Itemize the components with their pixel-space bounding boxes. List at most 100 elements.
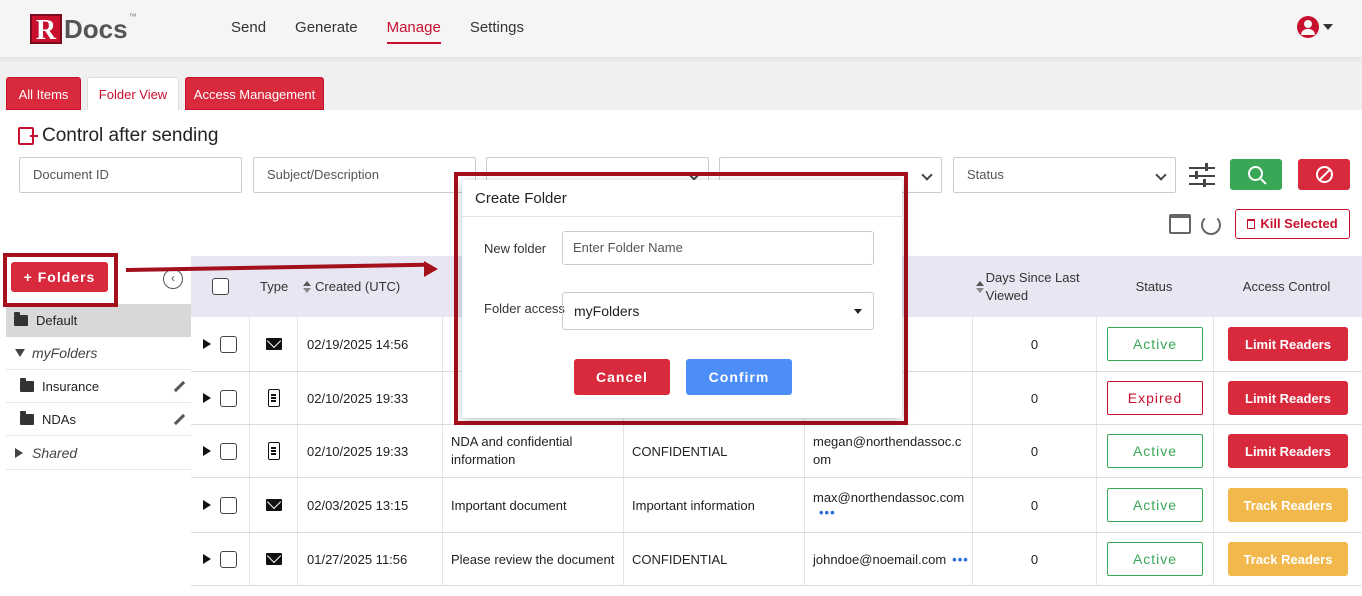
th-access-control[interactable]: Access Control <box>1218 256 1355 317</box>
recipient-email: johndoe@noemail.com <box>813 551 947 567</box>
folder-insurance-label: Insurance <box>42 378 100 394</box>
expand-right-icon <box>15 448 23 458</box>
folder-group-myfolders[interactable]: myFolders <box>6 337 191 370</box>
table-row[interactable]: 02/03/2025 13:15 Important document Impo… <box>191 478 1362 533</box>
limit-readers-button[interactable]: Limit Readers <box>1228 434 1348 468</box>
collapse-sidebar-icon[interactable]: ‹ <box>163 269 183 289</box>
caret-down-icon <box>1323 24 1333 30</box>
clear-filters-button[interactable] <box>1298 159 1350 190</box>
more-recipients-icon[interactable]: ••• <box>952 552 969 567</box>
recipient-cell: megan@northendassoc.com <box>805 425 973 477</box>
folder-group-shared[interactable]: Shared <box>6 437 191 470</box>
folder-insurance[interactable]: Insurance <box>6 370 191 403</box>
recipient-cell: johndoe@noemail.com ••• <box>805 533 973 585</box>
row-checkbox[interactable] <box>220 335 237 353</box>
status-badge: Active <box>1107 327 1203 361</box>
created-cell: 02/03/2025 13:15 <box>298 478 443 532</box>
row-checkbox[interactable] <box>220 389 237 407</box>
cancel-button[interactable]: Cancel <box>574 359 670 395</box>
edit-pencil-icon[interactable] <box>173 413 186 426</box>
nav-settings[interactable]: Settings <box>470 19 524 44</box>
move-to-folder-icon[interactable] <box>1169 214 1191 234</box>
expand-row-icon[interactable] <box>203 339 211 349</box>
refresh-icon[interactable] <box>1201 215 1221 235</box>
days-cell: 0 <box>973 478 1097 532</box>
expand-row-icon[interactable] <box>203 393 211 403</box>
subject-cell: NDA and confidential information <box>443 425 624 477</box>
created-cell: 02/10/2025 19:33 <box>298 372 443 424</box>
track-readers-button[interactable]: Track Readers <box>1228 488 1348 522</box>
folders-button-highlight <box>3 253 118 307</box>
advanced-filters-icon[interactable] <box>1189 163 1215 189</box>
more-recipients-icon[interactable]: ••• <box>819 505 836 520</box>
confirm-button[interactable]: Confirm <box>686 359 792 395</box>
recipient-cell: max@northendassoc.com ••• <box>805 478 973 532</box>
status-badge: Active <box>1107 542 1203 576</box>
tab-access-management[interactable]: Access Management <box>185 77 324 110</box>
status-filter[interactable]: Status <box>953 157 1176 193</box>
nav-manage[interactable]: Manage <box>386 19 441 44</box>
trash-icon <box>1247 219 1256 229</box>
kill-selected-button[interactable]: Kill Selected <box>1235 209 1350 239</box>
user-menu[interactable] <box>1297 16 1333 38</box>
tab-folder-view[interactable]: Folder View <box>87 77 179 110</box>
document-icon <box>267 389 280 407</box>
description-cell: Important information <box>624 478 805 532</box>
select-all-checkbox[interactable] <box>212 278 229 295</box>
logo-text: Docs <box>64 14 128 44</box>
annotation-arrow-head <box>424 261 438 277</box>
expand-down-icon <box>15 349 25 357</box>
description-cell: CONFIDENTIAL <box>624 425 805 477</box>
days-cell: 0 <box>973 372 1097 424</box>
app-header: R Docs ™ Send Generate Manage Settings <box>0 0 1362 58</box>
tab-all-items[interactable]: All Items <box>6 77 81 110</box>
days-cell: 0 <box>973 425 1097 477</box>
created-cell: 02/19/2025 14:56 <box>298 317 443 371</box>
folder-group-shared-label: Shared <box>32 445 78 461</box>
folder-default[interactable]: Default <box>6 304 191 337</box>
create-folder-dialog: Create Folder New folder Enter Folder Na… <box>462 180 902 418</box>
track-readers-button[interactable]: Track Readers <box>1228 542 1348 576</box>
folder-name-input[interactable]: Enter Folder Name <box>562 231 874 265</box>
document-id-filter[interactable]: Document ID <box>19 157 242 193</box>
th-status[interactable]: Status <box>1096 256 1212 317</box>
document-send-icon <box>18 127 38 145</box>
email-icon <box>265 499 282 511</box>
expand-row-icon[interactable] <box>203 554 211 564</box>
status-badge: Expired <box>1107 381 1203 415</box>
expand-row-icon[interactable] <box>203 500 211 510</box>
expand-row-icon[interactable] <box>203 446 211 456</box>
folder-ndas[interactable]: NDAs <box>6 403 191 436</box>
nav-send[interactable]: Send <box>231 19 266 44</box>
nav-generate[interactable]: Generate <box>295 19 358 44</box>
table-row[interactable]: 02/10/2025 19:33 NDA and confidential in… <box>191 425 1362 478</box>
user-avatar-icon <box>1297 16 1319 38</box>
table-row[interactable]: 01/27/2025 11:56 Please review the docum… <box>191 533 1362 586</box>
created-cell: 02/10/2025 19:33 <box>298 425 443 477</box>
edit-pencil-icon[interactable] <box>173 380 186 393</box>
rdocs-logo[interactable]: R Docs ™ <box>30 12 137 46</box>
folder-group-myfolders-label: myFolders <box>32 345 98 361</box>
logo-trademark: ™ <box>128 12 137 21</box>
limit-readers-button[interactable]: Limit Readers <box>1228 381 1348 415</box>
subject-filter[interactable]: Subject/Description <box>253 157 476 193</box>
row-checkbox[interactable] <box>220 550 237 568</box>
subject-cell: Important document <box>443 478 624 532</box>
folder-access-select[interactable]: myFolders <box>562 292 874 330</box>
dialog-title: Create Folder <box>475 190 567 207</box>
status-badge: Active <box>1107 488 1203 522</box>
limit-readers-button[interactable]: Limit Readers <box>1228 327 1348 361</box>
search-button[interactable] <box>1230 159 1282 190</box>
created-cell: 01/27/2025 11:56 <box>298 533 443 585</box>
th-days-since-viewed[interactable]: Days Since Last Viewed <box>976 256 1091 317</box>
subject-cell: Please review the document <box>443 533 624 585</box>
days-cell: 0 <box>973 533 1097 585</box>
page-title-text: Control after sending <box>42 125 219 146</box>
row-checkbox[interactable] <box>220 442 237 460</box>
th-days-label: Days Since Last Viewed <box>985 269 1080 303</box>
document-icon <box>267 442 280 460</box>
recipient-email: max@northendassoc.com <box>813 490 965 505</box>
dialog-divider <box>462 216 902 217</box>
row-checkbox[interactable] <box>220 496 237 514</box>
logo-mark: R <box>30 14 62 46</box>
